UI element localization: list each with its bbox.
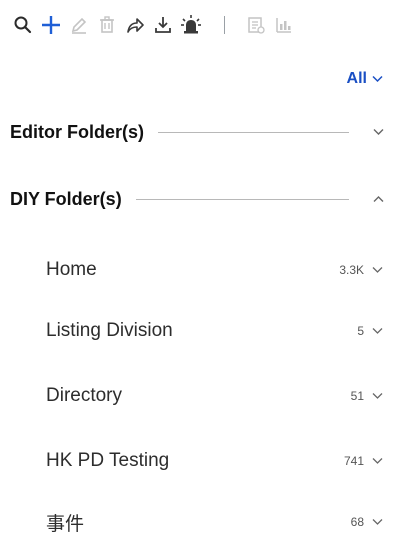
alert-icon[interactable] (178, 12, 204, 38)
folder-name: HK PD Testing (46, 450, 170, 471)
delete-icon[interactable] (94, 12, 120, 38)
search-icon[interactable] (10, 12, 36, 38)
all-filter-label: All (346, 70, 367, 87)
share-icon[interactable] (122, 12, 148, 38)
folder-item[interactable]: HK PD Testing 741 (46, 445, 383, 477)
chevron-down-icon[interactable] (371, 457, 383, 465)
chevron-up-icon[interactable] (371, 195, 385, 203)
section-divider (158, 131, 349, 133)
chevron-down-icon[interactable] (371, 266, 383, 274)
folder-count: 5 (357, 324, 364, 338)
folder-name: Home (46, 259, 97, 280)
folder-count: 3.3K (339, 263, 364, 277)
edit-icon[interactable] (66, 12, 92, 38)
folder-name: Directory (46, 385, 123, 406)
toolbar (10, 10, 385, 40)
folder-item[interactable]: Directory 51 (46, 380, 383, 412)
section-divider (135, 198, 349, 200)
section-diy-folders[interactable]: DIY Folder(s) (10, 183, 385, 215)
chevron-down-icon[interactable] (371, 128, 385, 136)
section-title: Editor Folder(s) (10, 121, 144, 142)
folder-count: 51 (350, 389, 364, 403)
toolbar-divider (224, 16, 225, 34)
folder-name: 事件 (46, 513, 85, 535)
chevron-down-icon[interactable] (371, 518, 383, 526)
chevron-down-icon (372, 70, 383, 88)
chevron-down-icon[interactable] (371, 327, 383, 335)
folder-count: 68 (350, 515, 364, 529)
report-icon[interactable] (243, 12, 269, 38)
all-filter-dropdown[interactable]: All (347, 68, 383, 90)
folder-name: Listing Division (46, 320, 173, 341)
folder-item[interactable]: Listing Division 5 (46, 315, 383, 347)
chevron-down-icon[interactable] (371, 392, 383, 400)
section-editor-folders[interactable]: Editor Folder(s) (10, 116, 385, 148)
download-icon[interactable] (150, 12, 176, 38)
folder-item[interactable]: Home 3.3K (46, 254, 383, 286)
section-title: DIY Folder(s) (10, 188, 122, 209)
folder-item[interactable]: 事件 68 (46, 506, 383, 538)
folder-count: 741 (343, 454, 364, 468)
add-icon[interactable] (38, 12, 64, 38)
chart-icon[interactable] (271, 12, 297, 38)
